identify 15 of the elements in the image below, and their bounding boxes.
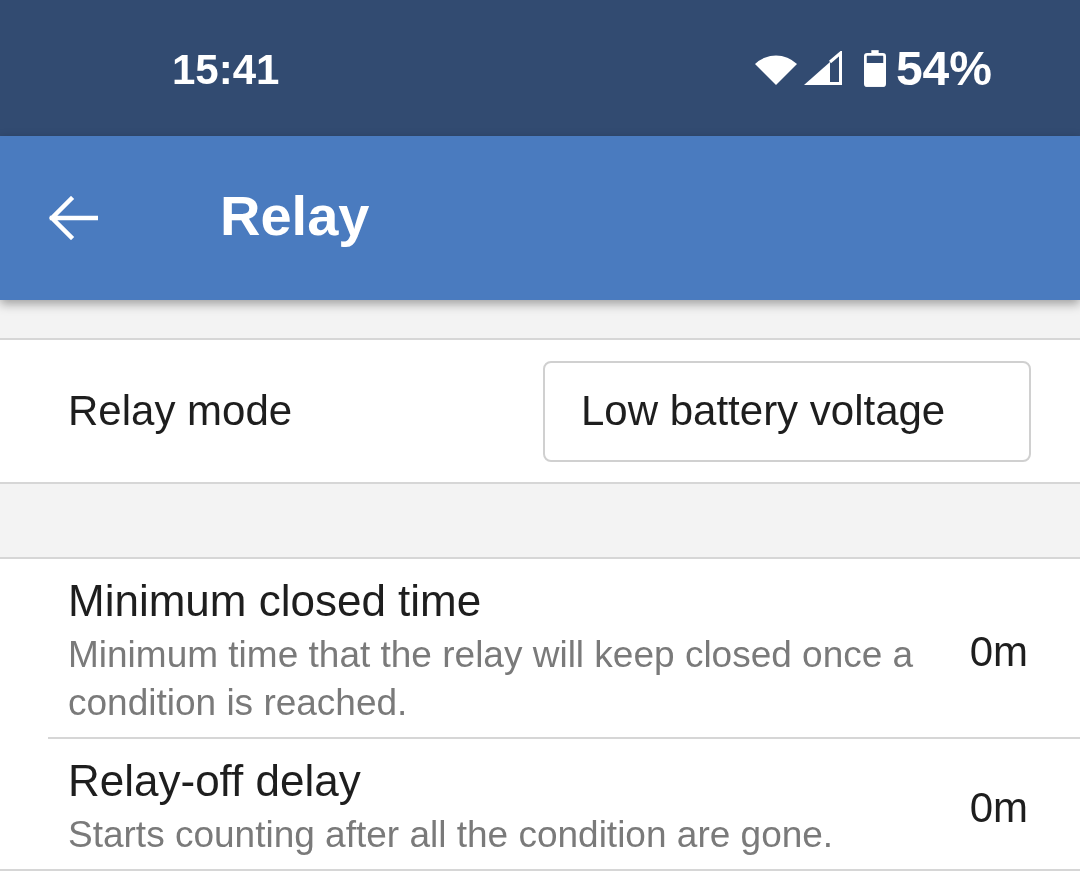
status-time: 15:41	[172, 46, 280, 94]
relay-mode-label: Relay mode	[68, 387, 293, 435]
battery-icon	[863, 49, 886, 87]
setting-value[interactable]: 0m	[969, 784, 1028, 832]
setting-description: Minimum time that the relay will keep closed once a condition is reached.	[68, 633, 915, 725]
setting-description: Starts counting after all the condition are gone.	[68, 813, 835, 857]
battery-percentage: 54%	[895, 40, 992, 96]
page-title: Relay	[220, 182, 370, 248]
wifi-icon	[753, 53, 798, 85]
relay-mode-dropdown[interactable]: Low battery voltage	[543, 360, 1031, 462]
arrow-left-icon[interactable]	[48, 196, 98, 240]
setting-title: Relay-off delay	[68, 757, 362, 805]
setting-title: Minimum closed time	[68, 577, 483, 625]
setting-value[interactable]: 0m	[969, 628, 1028, 676]
cellular-signal-icon	[803, 51, 842, 85]
